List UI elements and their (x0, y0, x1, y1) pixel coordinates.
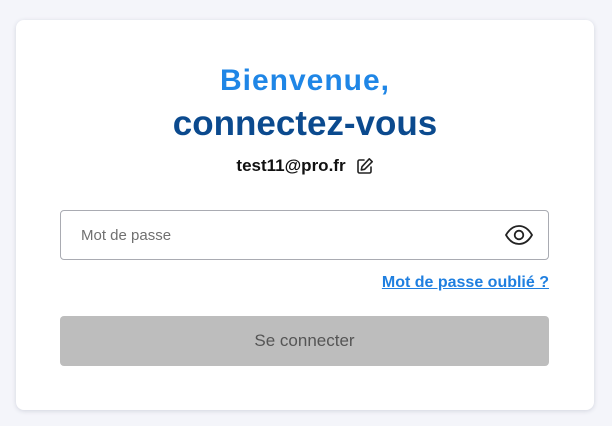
password-field[interactable] (60, 210, 549, 260)
email-row: test11@pro.fr (16, 154, 594, 178)
login-submit-button[interactable]: Se connecter (60, 316, 549, 366)
welcome-title: Bienvenue, (219, 64, 391, 97)
show-password-eye-icon[interactable] (504, 224, 534, 246)
email-display: test11@pro.fr (236, 156, 346, 175)
forgot-password-link[interactable]: Mot de passe oublié ? (382, 274, 549, 292)
edit-email-icon[interactable] (356, 157, 374, 175)
password-input[interactable] (61, 211, 501, 259)
login-card: Bienvenue, connectez-vous test11@pro.fr … (16, 20, 594, 410)
login-title: connectez-vous (172, 104, 438, 143)
